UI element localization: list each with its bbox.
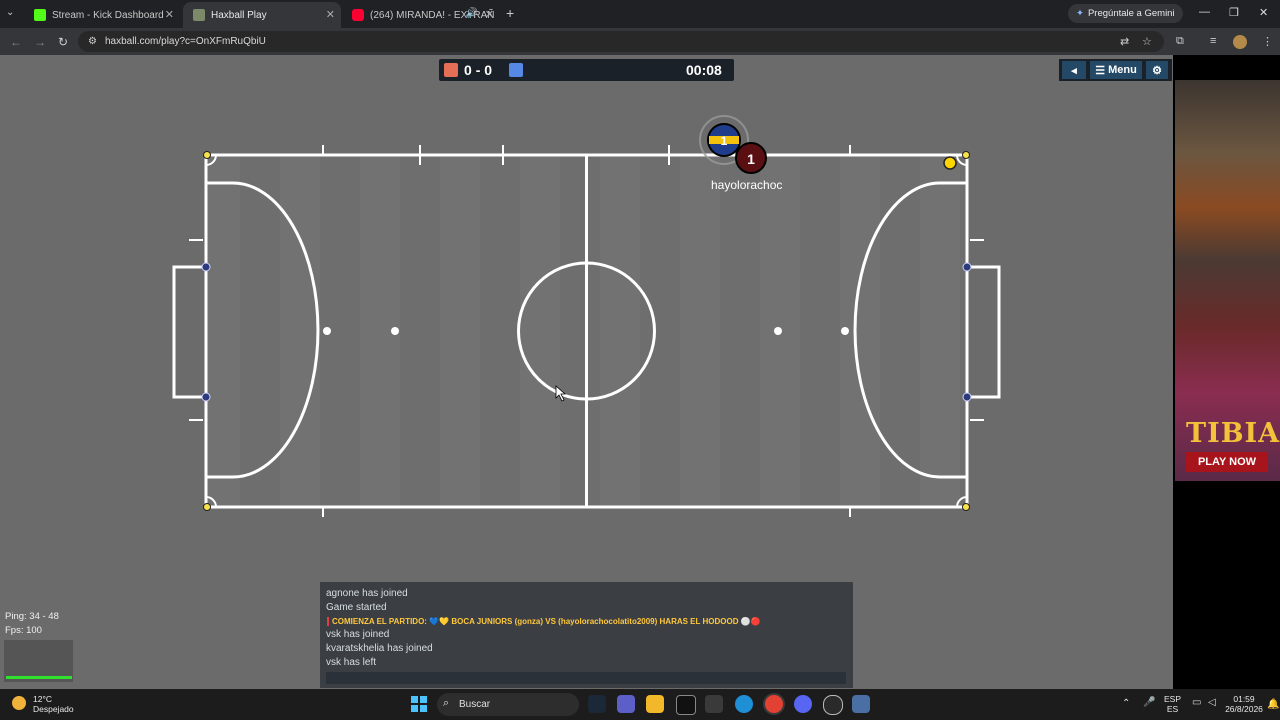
chat-input[interactable] [326, 672, 846, 684]
app-icon[interactable] [823, 695, 843, 715]
steam-icon[interactable] [588, 695, 606, 713]
menu-label: Menu [1108, 64, 1137, 76]
weather-widget[interactable]: 12°C Despejado [33, 694, 74, 714]
network-icon[interactable]: ▭ [1192, 697, 1201, 708]
search-placeholder: Buscar [459, 699, 491, 710]
kebab-menu-icon[interactable]: ⋮ [1262, 35, 1273, 48]
teams-icon[interactable] [617, 695, 635, 713]
opponent-number: 1 [747, 151, 755, 167]
extensions-icon[interactable]: ⧉ [1176, 35, 1184, 48]
notification-bell-icon[interactable]: 🔔 [1267, 699, 1279, 710]
volume-icon[interactable]: ◁ [1208, 697, 1216, 708]
close-window-button[interactable]: ✕ [1259, 6, 1268, 19]
settings-app-icon[interactable] [852, 695, 870, 713]
windows-start-icon[interactable] [411, 696, 427, 712]
chat-line: vsk has joined [326, 629, 390, 640]
tray-chevron-icon[interactable]: ⌃ [1122, 698, 1130, 709]
taskbar [0, 689, 1280, 720]
score-separator: - [475, 62, 481, 78]
announcement-marker [327, 617, 329, 626]
capcut-icon[interactable] [676, 695, 696, 715]
weather-condition: Despejado [33, 704, 74, 714]
network-stats: Ping: 34 - 48 Fps: 100 [5, 610, 59, 638]
ping-text: Ping: 34 - 48 [5, 611, 59, 622]
player-number: 1 [721, 134, 728, 148]
language-bottom: ES [1166, 704, 1179, 714]
file-explorer-icon[interactable] [646, 695, 664, 713]
blue-team-icon [509, 63, 523, 77]
fps-graph-line [6, 676, 72, 679]
microsoft-store-icon[interactable] [705, 695, 723, 713]
chat-line: agnone has joined [326, 588, 408, 599]
red-team-icon [444, 63, 458, 77]
blue-score: 0 [484, 62, 493, 78]
maximize-button[interactable]: ❐ [1229, 6, 1239, 19]
ad-play-now-button[interactable]: PLAY NOW [1186, 452, 1268, 472]
minimize-button[interactable]: — [1199, 6, 1210, 18]
ball [943, 156, 957, 170]
profile-avatar[interactable] [1233, 35, 1247, 49]
score-display: 0 - 0 [464, 62, 492, 78]
language-indicator[interactable]: ESP ES [1164, 694, 1181, 714]
menu-button[interactable]: ☰ Menu [1090, 61, 1142, 79]
ad-brand[interactable]: TIBIA [1186, 418, 1280, 449]
player-name-label: hayolorachoc [711, 178, 783, 192]
sound-toggle-button[interactable]: ◂ [1062, 61, 1086, 79]
edge-icon[interactable] [735, 695, 753, 713]
clock-time: 01:59 [1233, 694, 1255, 704]
chat-line-announcement: COMIENZA EL PARTIDO: 💙💛 BOCA JUNIORS (go… [332, 617, 761, 626]
settings-button[interactable]: ⚙ [1146, 61, 1168, 79]
chrome-icon[interactable] [765, 695, 783, 713]
search-icon: ⌕ [443, 697, 450, 709]
microphone-icon[interactable]: 🎤 [1143, 697, 1155, 708]
clock[interactable]: 01:59 26/8/2026 [1225, 694, 1263, 714]
fps-text: Fps: 100 [5, 625, 42, 636]
weather-moon-icon[interactable] [12, 696, 26, 710]
game-timer: 00:08 [686, 62, 722, 78]
chat-line: Game started [326, 602, 387, 613]
discord-icon[interactable] [794, 695, 812, 713]
red-score: 0 [464, 62, 472, 78]
clock-date: 26/8/2026 [1225, 704, 1263, 714]
chat-line: vsk has left [326, 657, 377, 668]
temperature: 12°C [33, 694, 52, 704]
reading-list-icon[interactable]: ≡ [1210, 35, 1216, 47]
language-top: ESP [1164, 694, 1182, 704]
hamburger-icon: ☰ [1095, 64, 1106, 77]
chat-line: kvaratskhelia has joined [326, 643, 433, 654]
